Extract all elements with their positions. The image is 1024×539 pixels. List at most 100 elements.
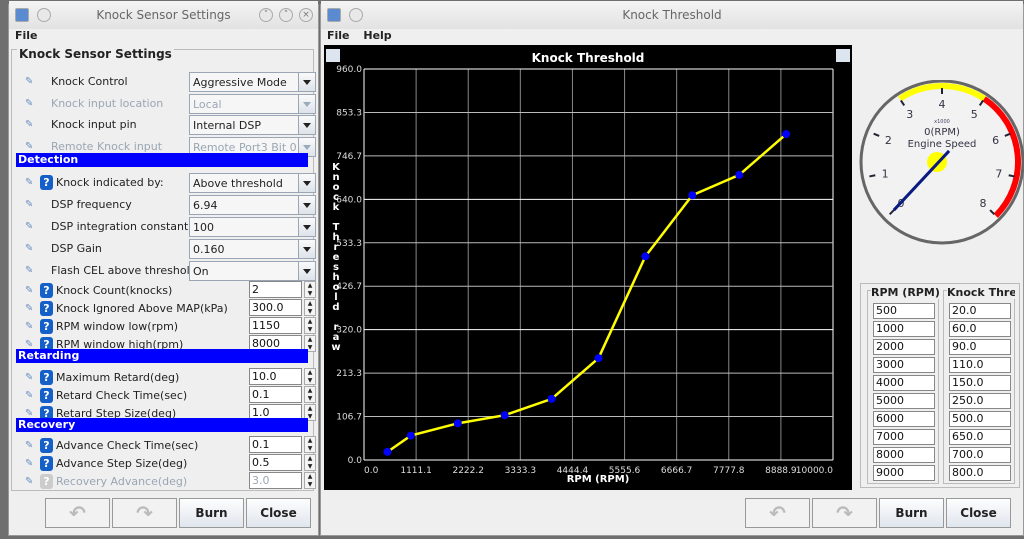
data-point[interactable]: [594, 354, 603, 363]
y-tick-label: 426.7: [336, 282, 362, 292]
threshold-cell[interactable]: 150.0: [949, 375, 1011, 391]
data-point[interactable]: [453, 419, 462, 428]
help-icon[interactable]: ?: [40, 319, 53, 334]
burn-button[interactable]: Burn: [179, 498, 244, 528]
spinner-input[interactable]: 1150: [249, 317, 302, 334]
rpm-cell[interactable]: 3000: [873, 357, 935, 373]
data-point[interactable]: [735, 170, 744, 179]
help-icon[interactable]: ?: [40, 301, 53, 316]
data-point[interactable]: [641, 252, 650, 261]
spinner-arrows[interactable]: ▲ ▼: [304, 281, 316, 298]
setting-dropdown[interactable]: Above threshold: [189, 173, 316, 193]
help-icon[interactable]: ?: [40, 388, 53, 403]
rpm-cell[interactable]: 7000: [873, 429, 935, 445]
setting-label: Retard Check Time(sec): [56, 389, 188, 402]
burn-button[interactable]: Burn: [879, 498, 944, 528]
setting-dropdown[interactable]: On: [189, 261, 316, 281]
help-icon[interactable]: ?: [40, 175, 53, 190]
knock-threshold-chart[interactable]: Knock Threshold0.0 1111.1 2222.2 3333.3 4444…: [324, 45, 852, 490]
setting-dropdown[interactable]: 0.160: [189, 239, 316, 259]
chart-options-button-right[interactable]: [836, 49, 850, 62]
rpm-cell[interactable]: 4000: [873, 375, 935, 391]
setting-label: Knock indicated by:: [56, 176, 164, 189]
spinner-input[interactable]: 0.5: [249, 454, 302, 471]
help-icon[interactable]: ?: [40, 370, 53, 385]
close-button[interactable]: Close: [946, 498, 1011, 528]
spinner-input[interactable]: 10.0: [249, 368, 302, 385]
rpm-cell[interactable]: 2000: [873, 339, 935, 355]
chart-options-button-left[interactable]: [326, 49, 340, 62]
setting-dropdown[interactable]: 100: [189, 217, 316, 237]
chevron-down-icon[interactable]: [298, 174, 315, 192]
threshold-cell[interactable]: 20.0: [949, 303, 1011, 319]
spinner-arrows[interactable]: ▲ ▼: [304, 299, 316, 316]
data-point[interactable]: [500, 411, 509, 420]
chevron-down-icon[interactable]: [298, 240, 315, 258]
spinner-arrows[interactable]: ▲ ▼: [304, 368, 316, 385]
setting-dropdown[interactable]: 6.94: [189, 195, 316, 215]
chevron-down-icon[interactable]: [298, 262, 315, 280]
spinner-arrows[interactable]: ▲ ▼: [304, 436, 316, 453]
close-button[interactable]: Close: [246, 498, 311, 528]
gauge-title: Engine Speed: [908, 139, 977, 150]
edit-icon: ✎: [25, 221, 34, 232]
redo-button[interactable]: ↷: [812, 498, 877, 528]
spinner-input[interactable]: 0.1: [249, 436, 302, 453]
x-tick-label: 1111.1: [400, 466, 432, 476]
menu-dot-button[interactable]: [349, 8, 363, 22]
spinner-arrows[interactable]: ▲ ▼: [304, 317, 316, 334]
edit-icon: ✎: [25, 303, 34, 314]
rpm-cell[interactable]: 1000: [873, 321, 935, 337]
chevron-down-icon[interactable]: [298, 196, 315, 214]
spinner-input[interactable]: 0.1: [249, 386, 302, 403]
rpm-cell[interactable]: 9000: [873, 465, 935, 481]
setting-dropdown[interactable]: Local: [189, 94, 316, 114]
setting-label: Maximum Retard(deg): [56, 371, 180, 384]
data-point[interactable]: [782, 130, 791, 139]
x-tick-label: 7777.8: [713, 466, 745, 476]
rpm-cell[interactable]: 8000: [873, 447, 935, 463]
chevron-down-icon[interactable]: [298, 218, 315, 236]
rpm-cell[interactable]: 6000: [873, 411, 935, 427]
threshold-cell[interactable]: 60.0: [949, 321, 1011, 337]
setting-dropdown[interactable]: Internal DSP: [189, 115, 316, 135]
chevron-down-icon[interactable]: [298, 116, 315, 134]
help-icon[interactable]: ?: [40, 456, 53, 471]
threshold-cell[interactable]: 90.0: [949, 339, 1011, 355]
data-point[interactable]: [383, 447, 392, 456]
data-point[interactable]: [547, 394, 556, 403]
help-icon[interactable]: ?: [40, 474, 53, 489]
menu-file[interactable]: File: [327, 29, 350, 42]
spinner-input[interactable]: 3.0: [249, 472, 302, 489]
setting-dropdown[interactable]: Aggressive Mode: [189, 72, 316, 92]
redo-button[interactable]: ↷: [112, 498, 177, 528]
threshold-cell[interactable]: 250.0: [949, 393, 1011, 409]
threshold-cell[interactable]: 500.0: [949, 411, 1011, 427]
threshold-cell[interactable]: 800.0: [949, 465, 1011, 481]
threshold-cell[interactable]: 700.0: [949, 447, 1011, 463]
minimize-button[interactable]: ˅: [259, 8, 273, 22]
chevron-down-icon[interactable]: [298, 95, 315, 113]
threshold-cell[interactable]: 650.0: [949, 429, 1011, 445]
spinner-input[interactable]: 300.0: [249, 299, 302, 316]
help-icon[interactable]: ?: [40, 283, 53, 298]
menu-dot-button[interactable]: [37, 8, 51, 22]
data-point[interactable]: [688, 191, 697, 200]
data-point[interactable]: [406, 431, 415, 440]
menu-help[interactable]: Help: [363, 29, 391, 42]
chevron-down-icon[interactable]: [298, 73, 315, 91]
spinner-arrows[interactable]: ▲ ▼: [304, 472, 316, 489]
undo-button[interactable]: ↶: [45, 498, 110, 528]
menu-file[interactable]: File: [15, 29, 38, 42]
maximize-button[interactable]: ˄: [279, 8, 293, 22]
spinner-arrows[interactable]: ▲ ▼: [304, 386, 316, 403]
help-icon[interactable]: ?: [40, 438, 53, 453]
spinner-input[interactable]: 2: [249, 281, 302, 298]
spinner-arrows[interactable]: ▲ ▼: [304, 454, 316, 471]
group-title: Knock Sensor Settings: [17, 47, 174, 61]
rpm-cell[interactable]: 5000: [873, 393, 935, 409]
threshold-cell[interactable]: 110.0: [949, 357, 1011, 373]
undo-button[interactable]: ↶: [745, 498, 810, 528]
rpm-cell[interactable]: 500: [873, 303, 935, 319]
close-window-button[interactable]: ×: [299, 8, 313, 22]
